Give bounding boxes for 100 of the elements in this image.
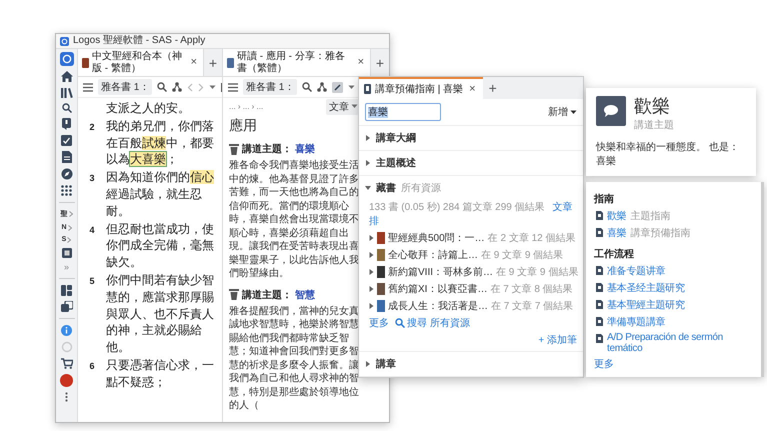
verse-number: 2 [88,120,96,134]
section-header[interactable]: 講章 [359,352,583,376]
caret-icon[interactable] [570,110,577,114]
chevron-icon[interactable] [369,252,374,258]
layout-icon[interactable] [61,285,72,296]
document-icon [596,211,603,220]
document-icon [596,334,603,343]
reference-button[interactable]: 雅各書 1： [243,79,298,95]
topic-title: 歡樂 [634,96,671,118]
verse-text: 只要憑著信心求，一點不疑惑； [106,356,214,391]
cart-icon[interactable] [60,358,72,369]
close-tab-button[interactable]: × [188,56,199,69]
topic-link[interactable]: 智慧 [295,288,315,302]
section-header[interactable]: 講章大綱 [359,126,583,150]
verse-text: 你們中間若有缺少智慧的，應當求那厚賜與眾人、也不斥責人的神，主就必賜給他。 [106,272,214,356]
section-header[interactable]: 主題概述 [359,151,583,175]
menu-icon[interactable] [228,82,238,92]
chevron-icon[interactable] [369,303,374,309]
more-link[interactable]: 更多 [594,357,614,371]
verse-text: 但忍耐也當成功，使你們成全完備，毫無缺欠。 [106,220,214,271]
paragraph: 雅各命令我們喜樂地接受生活中的煉。他為基督見證了許多苦難，而一天他也將為自己的信仰而死。當們的環境順心時，喜樂自然會出現當環境不順心時，喜樂必須藉超自出現。讓我們在受苦時表現出喜樂聖靈果子，以此告訴他人我們盼望緣由。 [229,159,359,280]
document-icon [596,300,603,309]
new-tab-button[interactable]: + [482,77,503,99]
search-icon[interactable] [157,82,168,92]
guide-link[interactable]: 基本圣经主题研究 [607,281,685,295]
guide-link[interactable]: 准备专题讲章 [607,264,666,278]
new-tab-button[interactable]: + [371,49,389,76]
result-hits: 在 7 文章 8 個結果 [490,282,573,296]
avatar-icon[interactable] [60,374,73,387]
rank-link[interactable]: 排 [369,214,379,228]
search-field[interactable]: 喜樂 [365,103,441,121]
compass-icon[interactable] [60,168,72,180]
close-tab-button[interactable]: × [467,83,478,95]
result-title[interactable]: 舊約篇XI：以賽亞書… [388,282,488,296]
close-tab-button[interactable]: × [356,56,366,69]
guide-icon [364,84,371,94]
book-icon [227,58,234,68]
book-cover [377,300,385,312]
result-title[interactable]: 全心敬拜：詩篇上… [388,248,478,262]
highlight-icon[interactable] [332,82,344,92]
verse-number: 6 [88,360,96,373]
guide-type: 主題指南 [630,210,670,223]
speech-bubble-icon [596,96,626,126]
result-title[interactable]: 新約篇VIII：哥林多前… [388,265,494,279]
reference-button[interactable]: 雅各書 1： [98,79,152,95]
add-note-link[interactable]: + 添加筆 [538,333,577,347]
articles-link[interactable]: 文章 [552,200,573,214]
guide-link[interactable]: 準備專題講章 [607,315,666,329]
more-link[interactable]: 更多 [369,316,389,330]
logo-icon[interactable] [60,52,74,66]
document-icon [596,266,603,275]
document-tab[interactable]: 研讀 - 應用 - 分享：雅各書（繁體） × [223,49,371,76]
document-icon[interactable] [62,151,72,163]
add-button[interactable]: 新增 [548,105,577,119]
guide-link[interactable]: A/D Preparación de sermón temático [607,332,753,354]
verse-number: 4 [88,224,96,237]
result-hits: 在 9 文章 9 個結果 [496,266,578,279]
document-icon [596,283,603,292]
chevron-icon[interactable] [369,286,374,292]
nodes-icon[interactable] [172,82,182,92]
library-icon[interactable] [60,87,72,98]
document-icon [596,317,603,326]
chevron-icon [68,211,72,217]
search-all-link[interactable]: 搜尋 所有資源 [395,316,470,330]
search-icon[interactable] [395,318,405,328]
square-icon[interactable] [62,248,72,258]
guide-tab[interactable]: 講章預備指南 | 喜樂 × [359,77,483,99]
nodes-icon[interactable] [317,82,328,92]
info-icon[interactable] [61,325,72,336]
verse-number: 3 [88,172,96,186]
group-heading: 指南 [594,192,615,206]
document-icon [596,228,603,237]
guide-link[interactable]: 歡樂 [607,209,626,223]
result-title[interactable]: 成長人生：我活著是… [388,299,488,313]
search-icon[interactable] [302,82,312,92]
guide-link[interactable]: 基本聖經主題研究 [607,298,685,312]
copy-icon[interactable] [60,301,72,312]
chevron-icon[interactable] [369,269,374,275]
section-header[interactable]: 藏書 所有資源 [359,176,583,200]
group-heading: 工作流程 [594,247,635,261]
guide-link[interactable]: 喜樂 [607,226,626,240]
grid-icon[interactable] [61,185,72,196]
breadcrumb[interactable]: ... › ... › ... [229,102,264,111]
home-icon[interactable] [60,71,72,82]
topic-link[interactable]: 喜樂 [295,142,315,156]
menu-icon[interactable] [83,82,93,92]
view-dropdown[interactable]: 文章 [326,98,361,114]
result-hits: 在 9 文章 9 個結果 [481,248,564,262]
book-cover [377,249,385,261]
result-title[interactable]: 聖經經典500問：一… [388,231,485,245]
result-stats: 133 書 (0.05 秒) 284 篇文章 299 個結果 [369,200,545,214]
notes-icon[interactable] [61,118,72,130]
more-icon[interactable] [65,392,68,402]
app-logo-icon [60,36,69,46]
book-cover [377,232,385,244]
new-tab-button[interactable]: + [204,49,222,76]
checklist-icon[interactable] [61,135,72,146]
chevron-icon[interactable] [369,235,374,241]
search-icon[interactable] [62,103,72,113]
topic-label: 講道主題： [242,142,292,156]
